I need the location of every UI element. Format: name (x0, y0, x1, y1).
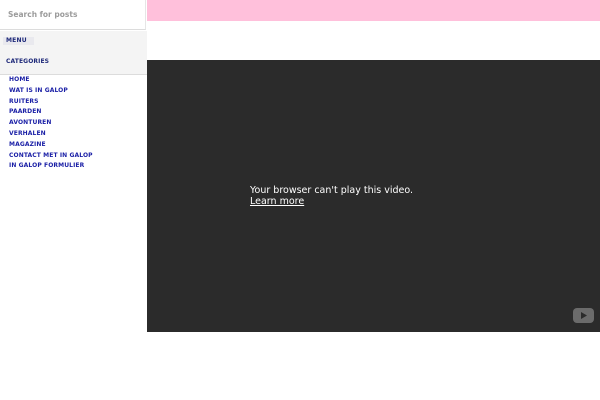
nav-item-verhalen[interactable]: VERHALEN (0, 129, 147, 140)
search-box (0, 0, 146, 30)
menu-panel: MENU CATEGORIES (0, 31, 147, 75)
nav-item-contact-met-in-galop[interactable]: CONTACT MET IN GALOP (0, 151, 147, 162)
nav-item-magazine[interactable]: MAGAZINE (0, 140, 147, 151)
nav-item-avonturen[interactable]: AVONTUREN (0, 118, 147, 129)
nav-list: HOME WAT IS IN GALOP RUITERS PAARDEN AVO… (0, 75, 147, 172)
nav-item-ruiters[interactable]: RUITERS (0, 97, 147, 108)
learn-more-link[interactable]: Learn more (250, 196, 304, 207)
nav-item-paarden[interactable]: PAARDEN (0, 107, 147, 118)
page: MENU CATEGORIES HOME WAT IS IN GALOP RUI… (0, 0, 600, 400)
categories-heading: CATEGORIES (6, 58, 50, 65)
video-player[interactable]: Your browser can't play this video. Lear… (147, 60, 600, 332)
nav-item-in-galop-formulier[interactable]: IN GALOP FORMULIER (0, 161, 147, 172)
menu-toggle-button[interactable]: MENU (3, 37, 34, 45)
youtube-icon[interactable] (573, 308, 594, 323)
sidebar: MENU CATEGORIES HOME WAT IS IN GALOP RUI… (0, 0, 147, 400)
video-error-message: Your browser can't play this video. (250, 185, 414, 196)
search-input[interactable] (0, 0, 145, 29)
header-band (147, 0, 600, 21)
nav-item-wat-is-in-galop[interactable]: WAT IS IN GALOP (0, 86, 147, 97)
nav-item-home[interactable]: HOME (0, 75, 147, 86)
